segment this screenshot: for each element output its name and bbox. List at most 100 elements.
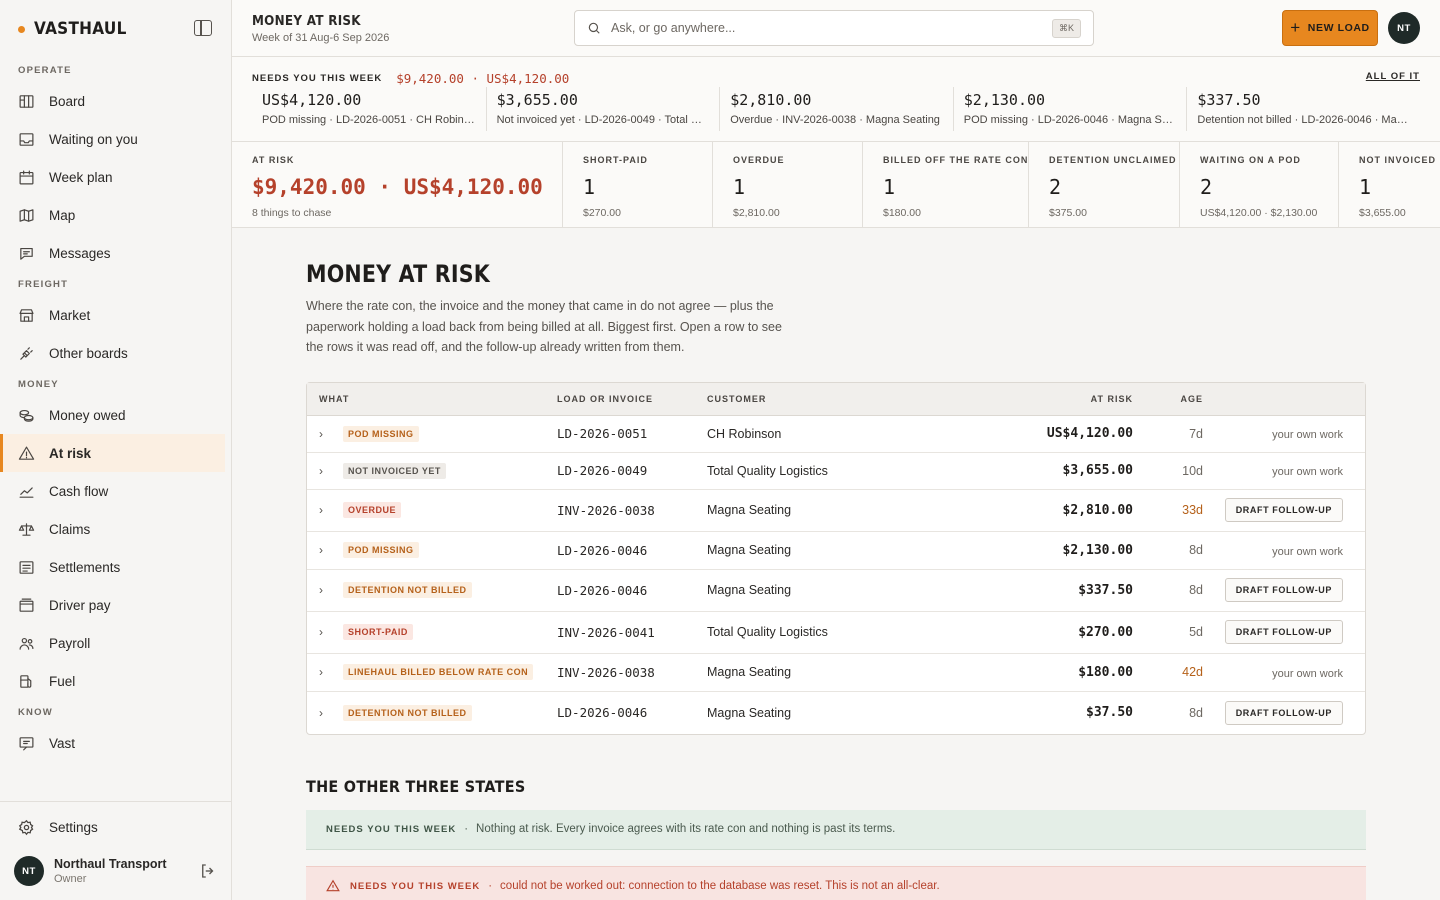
sidebar-item-market[interactable]: Market (0, 296, 231, 334)
stat-label: BILLED OFF THE RATE CON (883, 155, 1029, 165)
chevron-right-icon[interactable]: › (319, 543, 333, 557)
own-work-note: your own work (1272, 545, 1343, 558)
stat-note: $375.00 (1049, 207, 1087, 219)
new-load-button[interactable]: + NEW LOAD (1282, 10, 1378, 46)
coins-icon (18, 407, 35, 424)
draft-follow-up-button[interactable]: DRAFT FOLLOW-UP (1224, 700, 1343, 725)
stat-value: 1 (883, 175, 896, 199)
gear-icon (18, 819, 35, 836)
table-row[interactable]: › DETENTION NOT BILLED LD-2026-0046 Magna… (307, 570, 1365, 612)
stat-value: 2 (1200, 175, 1213, 199)
stats-row: AT RISK $9,420.00 · US$4,120.00 8 things t… (232, 142, 1440, 228)
amount-at-risk: $2,810.00 (1062, 502, 1133, 518)
sidebar-item-driver-pay[interactable]: Driver pay (0, 586, 231, 624)
sidebar-item-claims[interactable]: Claims (0, 510, 231, 548)
sidebar-item-label: Settlements (49, 559, 121, 575)
status-badge: DETENTION NOT BILLED (343, 704, 472, 721)
sidebar-item-other-boards[interactable]: Other boards (0, 334, 231, 372)
sidebar-item-cash-flow[interactable]: Cash flow (0, 472, 231, 510)
column-what: WHAT (319, 393, 350, 404)
chevron-right-icon[interactable]: › (319, 464, 333, 478)
logout-icon[interactable] (199, 862, 217, 880)
status-badge: LINEHAUL BILLED BELOW RATE CON (343, 664, 534, 680)
stat-short-paid[interactable]: SHORT-PAID 1 $270.00 (563, 142, 713, 227)
stat-note: $180.00 (883, 207, 921, 219)
stat-detention-unclaimed[interactable]: DETENTION UNCLAIMED 2 $375.00 (1029, 142, 1180, 227)
needs-card[interactable]: US$4,120.00 POD missing · LD-2026-0051 · … (252, 87, 486, 131)
sidebar-item-settings[interactable]: Settings (0, 808, 231, 846)
table-row[interactable]: › SHORT-PAID INV-2026-0041 Total Quality … (307, 612, 1365, 654)
customer-name: CH Robinson (707, 426, 782, 441)
chevron-right-icon[interactable]: › (319, 706, 333, 720)
sidebar-item-money-owed[interactable]: Money owed (0, 396, 231, 434)
draft-follow-up-button[interactable]: DRAFT FOLLOW-UP (1224, 620, 1343, 644)
sidebar-item-label: Vast (49, 735, 76, 751)
table-row[interactable]: › LINEHAUL BILLED BELOW RATE CON INV-2026… (307, 654, 1365, 692)
sidebar-item-messages[interactable]: Messages (0, 234, 231, 272)
customer-name: Magna Seating (707, 705, 792, 720)
search-box[interactable]: ⌘K (574, 10, 1094, 46)
wallet-icon (18, 597, 35, 614)
search-input[interactable] (611, 21, 1052, 35)
chevron-right-icon[interactable]: › (319, 665, 333, 679)
nav-section-label: OPERATE (18, 65, 72, 76)
sidebar-item-settlements[interactable]: Settlements (0, 548, 231, 586)
sidebar-item-board[interactable]: Board (0, 82, 231, 120)
stat-waiting-on-a-pod[interactable]: WAITING ON A POD 2 US$4,120.00 · $2,130.00 (1180, 142, 1339, 227)
intro-text: Where the rate con, the invoice and the … (306, 299, 782, 354)
stat-not-invoiced[interactable]: NOT INVOICED 1 $3,655.00 (1339, 142, 1440, 227)
avatar[interactable]: NT (1388, 12, 1420, 44)
needs-label: NEEDS YOU THIS WEEK (252, 72, 383, 84)
load-id: INV-2026-0038 (557, 502, 655, 518)
chevron-right-icon[interactable]: › (319, 427, 333, 441)
table-row[interactable]: › POD MISSING LD-2026-0051 CH Robinson US… (307, 416, 1365, 453)
load-id: INV-2026-0041 (557, 624, 655, 640)
stat-at-risk[interactable]: AT RISK $9,420.00 · US$4,120.00 8 things t… (232, 142, 563, 227)
sidebar-collapse-icon[interactable] (194, 20, 212, 36)
status-badge: POD MISSING (343, 542, 419, 558)
user-profile[interactable]: NT Northaul Transport Owner (0, 846, 231, 900)
sidebar-item-week-plan[interactable]: Week plan (0, 158, 231, 196)
status-badge: DETENTION NOT BILLED (343, 582, 472, 598)
customer-name: Total Quality Logistics (707, 463, 828, 478)
sidebar-item-at-risk[interactable]: At risk (0, 434, 225, 472)
draft-follow-up-button[interactable]: DRAFT FOLLOW-UP (1224, 578, 1343, 602)
table-row[interactable]: › DETENTION NOT BILLED LD-2026-0046 Magna… (307, 692, 1365, 734)
nav-section-label: KNOW (18, 707, 53, 718)
stat-note: US$4,120.00 · $2,130.00 (1200, 207, 1318, 219)
sidebar-item-fuel[interactable]: Fuel (0, 662, 231, 700)
all-of-it-link[interactable]: ALL OF IT (1366, 71, 1420, 82)
draft-follow-up-button[interactable]: DRAFT FOLLOW-UP (1224, 498, 1343, 522)
amount-at-risk: $37.50 (1086, 705, 1133, 720)
needs-card[interactable]: $337.50 Detention not billed · LD-2026-00… (1186, 87, 1420, 131)
needs-card-amount: $3,655.00 (496, 91, 578, 109)
sidebar-item-vast[interactable]: Vast (0, 724, 231, 762)
chevron-right-icon[interactable]: › (319, 625, 333, 639)
load-id: LD-2026-0046 (557, 582, 648, 598)
sidebar-item-label: Driver pay (49, 597, 111, 613)
table-row[interactable]: › POD MISSING LD-2026-0046 Magna Seating … (307, 532, 1365, 570)
load-id: LD-2026-0046 (557, 705, 648, 720)
sidebar-item-payroll[interactable]: Payroll (0, 624, 231, 662)
state-text: could not be worked out: connection to t… (500, 880, 940, 892)
customer-name: Magna Seating (707, 543, 792, 557)
state-error-banner: NEEDS YOU THIS WEEK · could not be worke… (306, 865, 1366, 900)
sidebar-item-label: Other boards (49, 345, 128, 361)
search-shortcut: ⌘K (1051, 18, 1081, 38)
needs-card[interactable]: $3,655.00 Not invoiced yet · LD-2026-0049… (485, 87, 720, 131)
needs-card[interactable]: $2,130.00 POD missing · LD-2026-0046 · Ma… (952, 87, 1187, 131)
age: 33d (1182, 503, 1203, 517)
stat-billed-off-the-rate-con[interactable]: BILLED OFF THE RATE CON 1 $180.00 (863, 142, 1029, 227)
needs-card[interactable]: $2,810.00 Overdue · INV-2026-0038 · Magna… (719, 87, 953, 131)
amount-at-risk: US$4,120.00 (1046, 426, 1133, 441)
sidebar-item-waiting-on-you[interactable]: Waiting on you (0, 120, 231, 158)
risk-table: WHAT LOAD OR INVOICE CUSTOMER AT RISK AG… (306, 381, 1366, 735)
status-badge: NOT INVOICED YET (343, 462, 446, 479)
age: 8d (1189, 705, 1203, 720)
table-row[interactable]: › OVERDUE INV-2026-0038 Magna Seating $2,… (307, 490, 1365, 532)
stat-overdue[interactable]: OVERDUE 1 $2,810.00 (713, 142, 863, 227)
chevron-right-icon[interactable]: › (319, 503, 333, 517)
table-row[interactable]: › NOT INVOICED YET LD-2026-0049 Total Qua… (307, 453, 1365, 490)
chevron-right-icon[interactable]: › (319, 583, 333, 597)
sidebar-item-map[interactable]: Map (0, 196, 231, 234)
